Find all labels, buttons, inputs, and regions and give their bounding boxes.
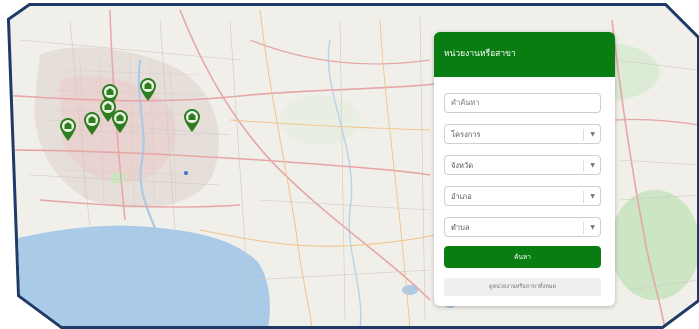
chevron-down-icon: ▼ xyxy=(590,193,595,200)
district-select[interactable]: อำเภอ ▼ xyxy=(444,186,601,206)
district-select-label: อำเภอ xyxy=(451,192,472,201)
chevron-down-icon: ▼ xyxy=(590,131,595,138)
search-input[interactable] xyxy=(444,93,601,113)
select-divider xyxy=(583,129,584,141)
bank-pin-icon[interactable] xyxy=(138,76,158,102)
select-divider xyxy=(583,191,584,203)
map-frame: หน่วยงานหรือสาขา โครงการ ▼ จังหวัด ▼ อำเ… xyxy=(0,0,699,329)
bank-pin-icon[interactable] xyxy=(58,116,78,142)
panel-title: หน่วยงานหรือสาขา xyxy=(434,32,615,77)
show-all-branches-button[interactable]: ดูหน่วยงานหรือสาขาทั้งหมด xyxy=(444,278,601,296)
province-select[interactable]: จังหวัด ▼ xyxy=(444,155,601,175)
province-select-label: จังหวัด xyxy=(451,161,474,170)
chevron-down-icon: ▼ xyxy=(590,224,595,231)
bank-pin-icon[interactable] xyxy=(110,108,130,134)
subdistrict-select[interactable]: ตำบล ▼ xyxy=(444,217,601,237)
select-divider xyxy=(583,160,584,172)
chevron-down-icon: ▼ xyxy=(590,162,595,169)
project-select[interactable]: โครงการ ▼ xyxy=(444,124,601,144)
branch-search-panel: หน่วยงานหรือสาขา โครงการ ▼ จังหวัด ▼ อำเ… xyxy=(434,32,615,306)
bank-pin-icon[interactable] xyxy=(182,107,202,133)
project-select-label: โครงการ xyxy=(451,130,481,139)
subdistrict-select-label: ตำบล xyxy=(451,223,470,232)
select-divider xyxy=(583,222,584,234)
bank-pin-icon[interactable] xyxy=(82,110,102,136)
search-button[interactable]: ค้นหา xyxy=(444,246,601,268)
